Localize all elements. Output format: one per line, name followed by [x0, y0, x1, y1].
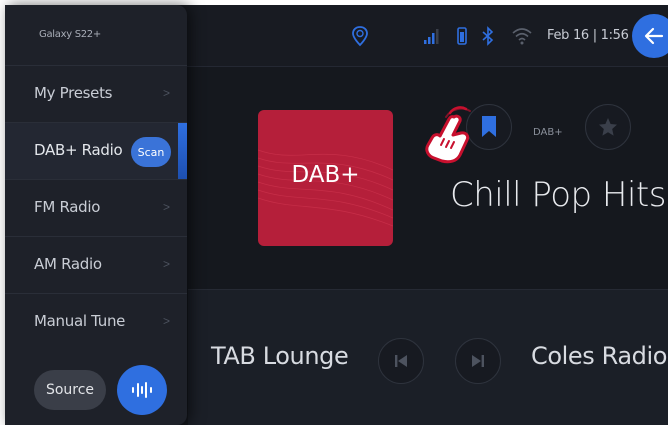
- arrow-left-icon: [644, 27, 664, 45]
- voice-button[interactable]: [117, 365, 167, 415]
- menu-item-my-presets[interactable]: My Presets >: [5, 65, 187, 122]
- chevron-right-icon: >: [163, 257, 171, 271]
- menu-item-label: Manual Tune: [34, 312, 126, 330]
- location-pin-icon: [352, 26, 368, 47]
- sound-wave-icon: [132, 382, 152, 398]
- skip-next-icon: [472, 355, 484, 367]
- menu-item-label: DAB+ Radio: [34, 141, 123, 159]
- menu-item-dab-radio[interactable]: DAB+ Radio Scan: [5, 122, 187, 180]
- source-button[interactable]: Source: [34, 370, 106, 410]
- menu-item-manual-tune[interactable]: Manual Tune >: [5, 293, 187, 350]
- source-drawer: Galaxy S22+ My Presets > DAB+ Radio Scan…: [5, 5, 187, 425]
- device-name: Galaxy S22+: [39, 29, 101, 40]
- previous-station-label[interactable]: TAB Lounge: [211, 342, 349, 370]
- bookmark-icon: [482, 116, 496, 137]
- next-button[interactable]: [455, 338, 501, 384]
- menu-item-label: AM Radio: [34, 255, 102, 273]
- next-station-label[interactable]: Coles Radio: [531, 342, 667, 370]
- station-name: Chill Pop Hits: [450, 175, 666, 215]
- active-indicator: [178, 123, 187, 180]
- favorite-button[interactable]: [585, 104, 631, 150]
- chevron-right-icon: >: [163, 314, 171, 328]
- menu-item-am-radio[interactable]: AM Radio >: [5, 236, 187, 293]
- battery-icon: [457, 27, 467, 45]
- tap-hand-icon: [425, 106, 471, 164]
- station-switcher: TAB Lounge Coles Radio: [188, 289, 668, 425]
- now-playing-panel: DAB+ DAB+ Chill Pop Hits: [188, 67, 668, 289]
- bluetooth-icon: [482, 26, 494, 46]
- band-label: DAB+: [533, 127, 563, 138]
- clock-text: Feb 16 | 1:56: [547, 28, 629, 43]
- scan-button[interactable]: Scan: [131, 137, 171, 167]
- menu-item-label: FM Radio: [34, 198, 101, 216]
- menu-item-fm-radio[interactable]: FM Radio >: [5, 179, 187, 236]
- wifi-icon: [512, 28, 532, 45]
- chevron-right-icon: >: [163, 86, 171, 100]
- back-button[interactable]: [632, 14, 668, 58]
- album-art: DAB+: [258, 110, 393, 246]
- chevron-right-icon: >: [163, 200, 171, 214]
- menu-item-label: My Presets: [34, 84, 113, 102]
- skip-previous-icon: [395, 355, 407, 367]
- previous-button[interactable]: [378, 338, 424, 384]
- album-art-label: DAB+: [291, 162, 360, 188]
- star-icon: [599, 118, 617, 136]
- signal-icon: [424, 29, 439, 44]
